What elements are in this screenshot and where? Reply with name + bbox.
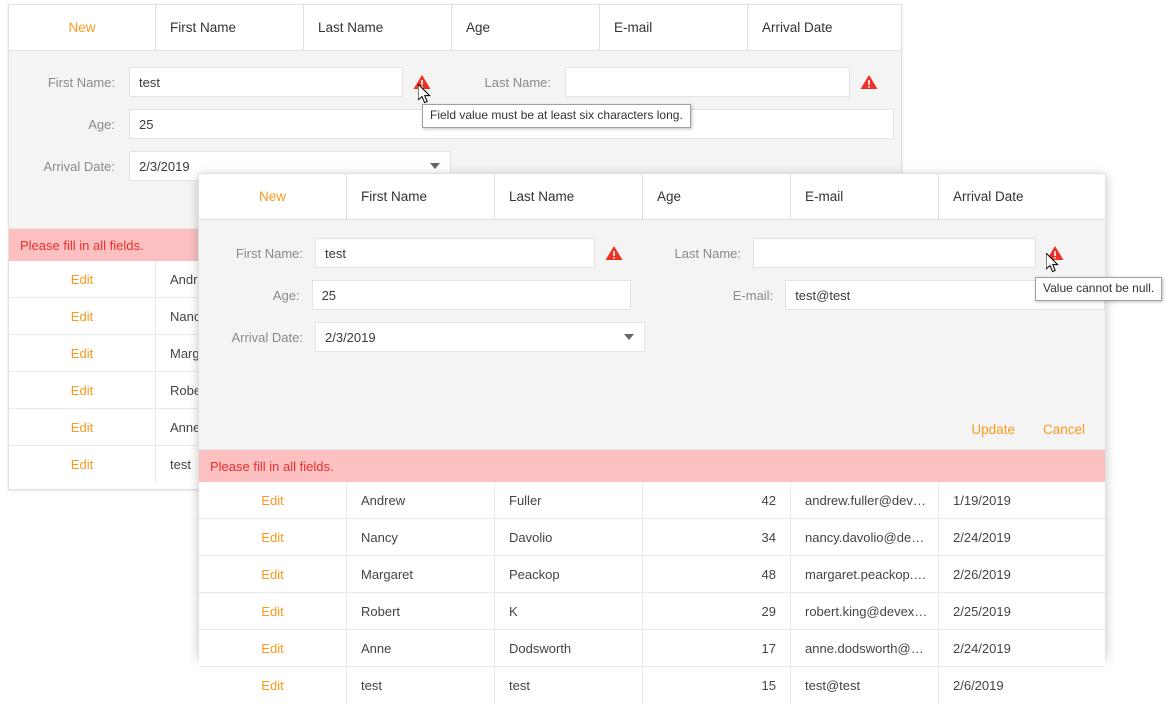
warning-triangle-icon[interactable] <box>605 245 623 261</box>
table-row[interactable]: Edit Robert K 29 robert.king@devex… 2/25… <box>199 593 1105 630</box>
warning-triangle-icon[interactable] <box>860 74 878 90</box>
cell-email: margaret.peackop.… <box>791 556 939 592</box>
new-record-button-background[interactable]: New <box>9 5 156 50</box>
cell-email: test@test <box>791 667 939 704</box>
cell-age: 29 <box>643 593 791 629</box>
table-row[interactable]: Edit Anne Dodsworth 17 anne.dodsworth@… … <box>199 630 1105 667</box>
cell-arrival-date: 1/19/2019 <box>953 492 1011 508</box>
error-banner: Please fill in all fields. <box>199 450 1105 482</box>
cell-first-name: Margaret <box>347 556 495 592</box>
column-header-arrival-date[interactable]: Arrival Date <box>939 174 1105 219</box>
warning-triangle-icon[interactable] <box>413 74 431 90</box>
arrival-date-value: 2/3/2019 <box>325 329 376 345</box>
edit-row-button[interactable]: Edit <box>9 335 156 371</box>
cell-first-name: Andrew <box>347 482 495 518</box>
table-row[interactable]: Edit Margaret Peackop 48 margaret.peacko… <box>199 556 1105 593</box>
foreground-data-grid-panel: New First Name Last Name Age E-mail Arri… <box>198 173 1106 704</box>
cell-last-name: Dodsworth <box>495 630 643 666</box>
edit-row-button[interactable]: Edit <box>9 409 156 445</box>
form-row-arrival-date: Arrival Date: 2/3/2019 <box>199 322 1105 352</box>
column-header-arrival-date-background[interactable]: Arrival Date <box>748 5 901 50</box>
background-grid-header-row: New First Name Last Name Age E-mail Arri… <box>9 5 901 51</box>
first-name-label: First Name: <box>235 245 303 261</box>
edit-row-button[interactable]: Edit <box>199 482 347 518</box>
column-header-age-background[interactable]: Age <box>452 5 600 50</box>
background-form-row-names: First Name: test Last Name: <box>9 67 901 97</box>
age-input[interactable]: 25 <box>311 280 632 310</box>
background-first-name-label: First Name: <box>47 74 115 90</box>
foreground-grid-body: Edit Andrew Fuller 42 andrew.fuller@dev…… <box>199 482 1105 704</box>
cell-age: 48 <box>643 556 791 592</box>
validation-tooltip-not-null: Value cannot be null. <box>1035 277 1163 301</box>
cell-first-name: Anne <box>347 630 495 666</box>
cell-last-name: Davolio <box>495 519 643 555</box>
cell-age: 34 <box>643 519 791 555</box>
background-first-name-input[interactable]: test <box>129 67 403 97</box>
cell-first-name: test <box>347 667 495 704</box>
background-arrival-date-label: Arrival Date: <box>43 158 115 174</box>
column-header-first-name-background[interactable]: First Name <box>156 5 304 50</box>
chevron-down-icon[interactable] <box>430 163 440 169</box>
background-arrival-date-value: 2/3/2019 <box>139 158 190 174</box>
form-row-names: First Name: test Last Name: <box>199 238 1105 268</box>
cell-email: andrew.fuller@dev… <box>791 482 939 518</box>
cell-email: nancy.davolio@de… <box>791 519 939 555</box>
arrival-date-label: Arrival Date: <box>231 329 303 345</box>
background-last-name-input[interactable] <box>565 67 850 97</box>
cell-arrival-date: 2/24/2019 <box>953 529 1011 545</box>
column-header-first-name[interactable]: First Name <box>347 174 495 219</box>
column-header-age[interactable]: Age <box>643 174 791 219</box>
column-header-last-name-background[interactable]: Last Name <box>304 5 452 50</box>
cell-first-name: Robert <box>347 593 495 629</box>
edit-row-button[interactable]: Edit <box>199 556 347 592</box>
email-label: E-mail: <box>732 287 774 303</box>
cancel-button[interactable]: Cancel <box>1043 422 1085 437</box>
warning-triangle-icon[interactable] <box>1046 245 1064 261</box>
edit-row-button[interactable]: Edit <box>199 630 347 666</box>
chevron-down-icon[interactable] <box>624 334 634 340</box>
validation-tooltip-min-length: Field value must be at least six charact… <box>422 104 691 128</box>
arrival-date-select[interactable]: 2/3/2019 <box>315 322 645 352</box>
foreground-edit-form: First Name: test Last Name: Age: 25 E-ma… <box>199 220 1105 450</box>
cell-arrival-date: 2/24/2019 <box>953 640 1011 656</box>
cell-age: 42 <box>643 482 791 518</box>
edit-row-button[interactable]: Edit <box>199 593 347 629</box>
edit-row-button[interactable]: Edit <box>9 298 156 334</box>
background-last-name-label: Last Name: <box>484 74 551 90</box>
cell-email: anne.dodsworth@… <box>791 630 939 666</box>
update-button[interactable]: Update <box>971 422 1015 437</box>
column-header-email-background[interactable]: E-mail <box>600 5 748 50</box>
cell-arrival-date: 2/25/2019 <box>953 603 1011 619</box>
cell-arrival-date: 2/6/2019 <box>953 678 1004 693</box>
cell-age: 17 <box>643 630 791 666</box>
cell-arrival-date: 2/26/2019 <box>953 566 1011 582</box>
edit-row-button[interactable]: Edit <box>9 446 156 483</box>
column-header-last-name[interactable]: Last Name <box>495 174 643 219</box>
edit-row-button[interactable]: Edit <box>199 519 347 555</box>
cell-age: 15 <box>643 667 791 704</box>
cell-last-name: Peackop <box>495 556 643 592</box>
table-row[interactable]: Edit Nancy Davolio 34 nancy.davolio@de… … <box>199 519 1105 556</box>
cell-last-name: Fuller <box>495 482 643 518</box>
new-record-button[interactable]: New <box>199 174 347 219</box>
background-age-label: Age: <box>88 116 115 132</box>
cell-last-name: test <box>495 667 643 704</box>
form-row-age-email: Age: 25 E-mail: test@test <box>199 280 1105 310</box>
foreground-grid-header-row: New First Name Last Name Age E-mail Arri… <box>199 174 1105 220</box>
cell-last-name: K <box>495 593 643 629</box>
cell-email: robert.king@devex… <box>791 593 939 629</box>
edit-row-button[interactable]: Edit <box>199 667 347 704</box>
column-header-email[interactable]: E-mail <box>791 174 939 219</box>
cell-first-name: Nancy <box>347 519 495 555</box>
edit-row-button[interactable]: Edit <box>9 261 156 297</box>
table-row[interactable]: Edit Andrew Fuller 42 andrew.fuller@dev…… <box>199 482 1105 519</box>
age-label: Age: <box>272 287 300 303</box>
table-row[interactable]: Edit test test 15 test@test 2/6/2019 <box>199 667 1105 704</box>
last-name-label: Last Name: <box>674 245 741 261</box>
form-command-row: Update Cancel <box>971 422 1085 437</box>
last-name-input[interactable] <box>753 238 1036 268</box>
edit-row-button[interactable]: Edit <box>9 372 156 408</box>
first-name-input[interactable]: test <box>315 238 595 268</box>
